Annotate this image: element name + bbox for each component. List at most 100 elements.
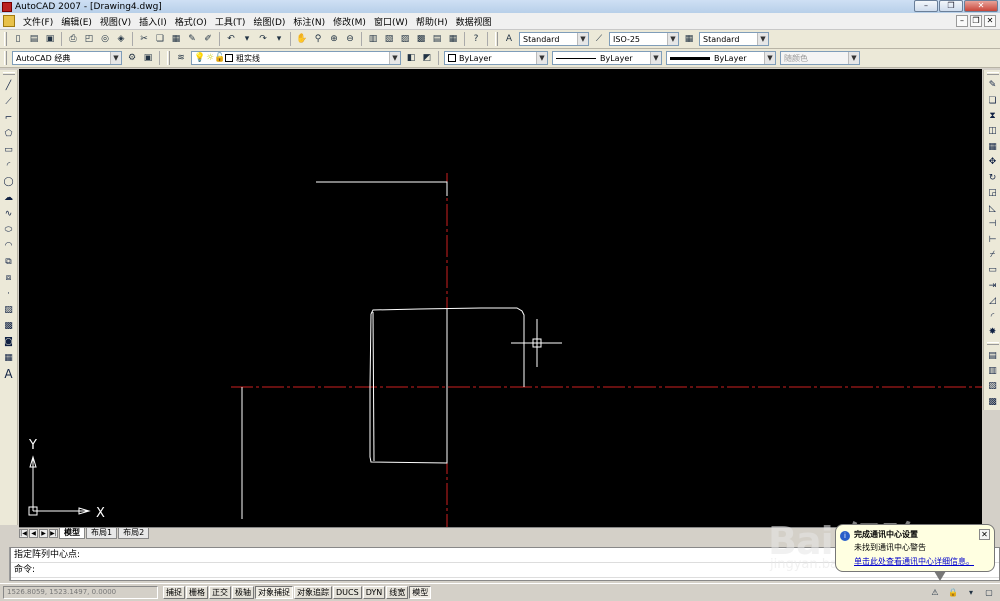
menu-modify[interactable]: 修改(M) bbox=[329, 15, 370, 28]
help-icon[interactable]: ? bbox=[469, 32, 483, 46]
scale-icon[interactable]: ◲ bbox=[986, 187, 999, 199]
ellipse-icon[interactable]: ⬭ bbox=[2, 223, 15, 236]
array-icon[interactable]: ▦ bbox=[986, 141, 999, 153]
revision-cloud-icon[interactable]: ☁ bbox=[2, 191, 15, 204]
plot-preview-icon[interactable]: ◰ bbox=[82, 32, 96, 46]
tab-layout1[interactable]: 布局1 bbox=[86, 527, 118, 539]
close-button[interactable]: ✕ bbox=[964, 0, 998, 12]
chevron-down-icon[interactable]: ▼ bbox=[389, 52, 400, 64]
lineweight-toggle[interactable]: 线宽 bbox=[386, 586, 409, 599]
menu-edit[interactable]: 编辑(E) bbox=[57, 15, 96, 28]
multiline-text-icon[interactable]: A bbox=[2, 367, 15, 381]
dyn-toggle[interactable]: DYN bbox=[362, 586, 386, 599]
menu-file[interactable]: 文件(F) bbox=[19, 15, 57, 28]
toolbar-grip[interactable] bbox=[167, 51, 170, 65]
first-tab-button[interactable]: |◀ bbox=[19, 528, 28, 538]
menu-window[interactable]: 窗口(W) bbox=[370, 15, 412, 28]
text-style-icon[interactable]: A bbox=[502, 32, 516, 46]
table-icon[interactable]: ▦ bbox=[2, 351, 15, 364]
layer-combo[interactable]: 💡 ☼ 🔓 粗实线 ▼ bbox=[191, 51, 401, 65]
arc-icon[interactable]: ◜ bbox=[2, 159, 15, 172]
menu-insert[interactable]: 插入(I) bbox=[135, 15, 171, 28]
join-icon[interactable]: ⇥ bbox=[986, 280, 999, 292]
next-tab-button[interactable]: ▶ bbox=[39, 528, 48, 538]
notification-close-button[interactable]: ✕ bbox=[979, 529, 990, 540]
menu-view[interactable]: 视图(V) bbox=[96, 15, 135, 28]
save-icon[interactable]: ▣ bbox=[43, 32, 57, 46]
menu-data-view[interactable]: 数据视图 bbox=[452, 15, 496, 28]
communication-center-icon[interactable]: ⚠ bbox=[929, 586, 941, 598]
menu-draw[interactable]: 绘图(D) bbox=[249, 15, 289, 28]
send-to-back-icon[interactable]: ▧ bbox=[986, 380, 999, 392]
dimension-style-icon[interactable]: ⟋ bbox=[592, 32, 606, 46]
model-paper-toggle[interactable]: 模型 bbox=[409, 586, 432, 599]
properties-icon[interactable]: ▥ bbox=[366, 32, 380, 46]
toolbar-grip[interactable] bbox=[2, 72, 15, 75]
undo-dropdown-icon[interactable]: ▾ bbox=[240, 32, 254, 46]
layer-unlock-icon[interactable]: 🔓 bbox=[214, 53, 225, 63]
redo-dropdown-icon[interactable]: ▾ bbox=[272, 32, 286, 46]
chevron-down-icon[interactable]: ▼ bbox=[764, 52, 775, 64]
block-editor-icon[interactable]: ✐ bbox=[201, 32, 215, 46]
autocad-app-icon[interactable] bbox=[2, 1, 12, 12]
top-construction-line[interactable] bbox=[316, 181, 448, 196]
offset-icon[interactable]: ◫ bbox=[986, 125, 999, 137]
circle-icon[interactable]: ◯ bbox=[2, 175, 15, 188]
spline-icon[interactable]: ∿ bbox=[2, 207, 15, 220]
lineweight-combo[interactable]: ByLayer ▼ bbox=[666, 51, 776, 65]
erase-icon[interactable]: ✎ bbox=[986, 79, 999, 91]
gradient-icon[interactable]: ▩ bbox=[2, 319, 15, 332]
command-window-grip[interactable] bbox=[0, 547, 10, 581]
chevron-down-icon[interactable]: ▼ bbox=[536, 52, 547, 64]
redo-icon[interactable]: ↷ bbox=[256, 32, 270, 46]
cut-icon[interactable]: ✂ bbox=[137, 32, 151, 46]
break-icon[interactable]: ▭ bbox=[986, 264, 999, 276]
notification-details-link[interactable]: 单击此处查看通讯中心详细信息。 bbox=[854, 556, 988, 567]
color-combo[interactable]: ByLayer ▼ bbox=[444, 51, 548, 65]
toolbar-grip[interactable] bbox=[4, 32, 7, 46]
polyline-icon[interactable]: ⌐ bbox=[2, 111, 15, 124]
open-icon[interactable]: ▤ bbox=[27, 32, 41, 46]
draw-order-icon[interactable]: ▤ bbox=[986, 349, 999, 361]
make-block-icon[interactable]: ⧈ bbox=[2, 271, 15, 284]
rotate-icon[interactable]: ↻ bbox=[986, 172, 999, 184]
point-icon[interactable]: · bbox=[2, 287, 15, 300]
publish-icon[interactable]: ◎ bbox=[98, 32, 112, 46]
copy-icon[interactable]: ❏ bbox=[986, 94, 999, 106]
restore-button[interactable]: ❐ bbox=[939, 0, 963, 12]
dimension-style-combo[interactable]: ISO-25 ▼ bbox=[609, 32, 679, 46]
construction-line-icon[interactable]: ⟋ bbox=[2, 95, 15, 108]
sheet-set-icon[interactable]: ▩ bbox=[414, 32, 428, 46]
toolbar-grip[interactable] bbox=[495, 32, 498, 46]
clean-screen-icon[interactable]: ▢ bbox=[983, 586, 995, 598]
polar-toggle[interactable]: 极轴 bbox=[232, 586, 254, 599]
tool-palettes-icon[interactable]: ▨ bbox=[398, 32, 412, 46]
document-icon[interactable] bbox=[3, 15, 15, 27]
design-center-icon[interactable]: ▧ bbox=[382, 32, 396, 46]
ellipse-arc-icon[interactable]: ◠ bbox=[2, 239, 15, 252]
model-space-canvas[interactable]: Y X bbox=[19, 69, 982, 527]
stretch-icon[interactable]: ◺ bbox=[986, 202, 999, 214]
fillet-icon[interactable]: ◜ bbox=[986, 311, 999, 323]
layer-thaw-icon[interactable]: ☼ bbox=[206, 53, 214, 63]
extend-icon[interactable]: ⊢ bbox=[986, 233, 999, 245]
chevron-down-icon[interactable]: ▼ bbox=[650, 52, 661, 64]
layer-on-icon[interactable]: 💡 bbox=[194, 53, 205, 63]
chamfer-icon[interactable]: ◿ bbox=[986, 295, 999, 307]
my-workspace-icon[interactable]: ▣ bbox=[141, 51, 155, 65]
drawing-area[interactable]: Y X bbox=[19, 69, 982, 527]
quickcalc-icon[interactable]: ▦ bbox=[446, 32, 460, 46]
new-icon[interactable]: ▯ bbox=[11, 32, 25, 46]
mirror-icon[interactable]: ⧗ bbox=[986, 110, 999, 122]
copy-clip-icon[interactable]: ❏ bbox=[153, 32, 167, 46]
polygon-icon[interactable]: ⬠ bbox=[2, 127, 15, 140]
menu-dimension[interactable]: 标注(N) bbox=[289, 15, 329, 28]
table-style-icon[interactable]: ▦ bbox=[682, 32, 696, 46]
table-style-combo[interactable]: Standard ▼ bbox=[699, 32, 769, 46]
zoom-realtime-icon[interactable]: ⚲ bbox=[311, 32, 325, 46]
otrack-toggle[interactable]: 对象追踪 bbox=[294, 586, 332, 599]
snap-toggle[interactable]: 捕捉 bbox=[163, 586, 185, 599]
zoom-window-icon[interactable]: ⊕ bbox=[327, 32, 341, 46]
insert-block-icon[interactable]: ⧉ bbox=[2, 255, 15, 268]
make-object-layer-current-icon[interactable]: ◧ bbox=[404, 51, 418, 65]
